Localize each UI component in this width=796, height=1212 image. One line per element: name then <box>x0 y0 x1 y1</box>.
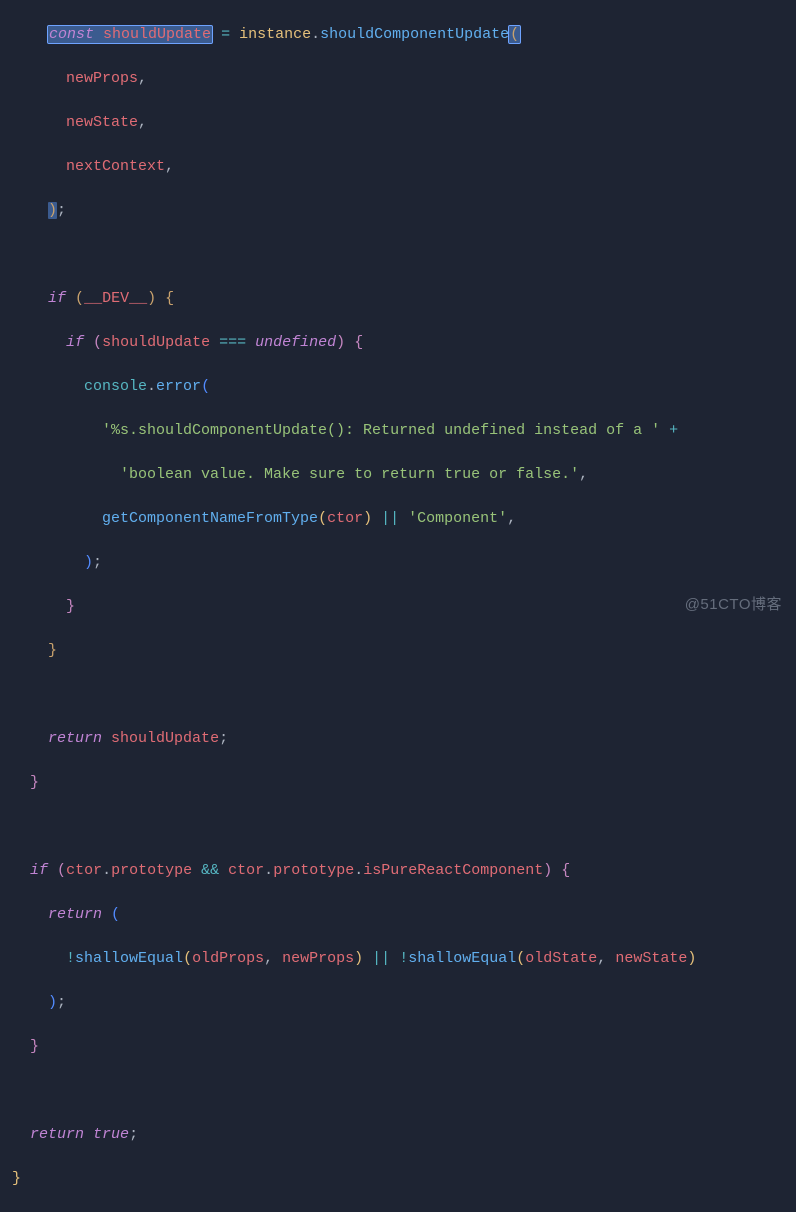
watermark-text: @51CTO博客 <box>685 594 782 616</box>
code-line: ); <box>12 552 796 574</box>
code-line: if (__DEV__) { <box>12 288 796 310</box>
code-line: !shallowEqual(oldProps, newProps) || !sh… <box>12 948 796 970</box>
code-line: console.error( <box>12 376 796 398</box>
code-line: newState, <box>12 112 796 134</box>
code-line <box>12 816 796 838</box>
code-line: return shouldUpdate; <box>12 728 796 750</box>
code-line: } <box>12 640 796 662</box>
code-line: ); <box>12 200 796 222</box>
code-line <box>12 684 796 706</box>
code-editor[interactable]: const shouldUpdate = instance.shouldComp… <box>0 0 796 1212</box>
code-line: } <box>12 596 796 618</box>
code-line: return ( <box>12 904 796 926</box>
code-line <box>12 1080 796 1102</box>
code-line: } <box>12 772 796 794</box>
code-line: '%s.shouldComponentUpdate(): Returned un… <box>12 420 796 442</box>
code-line: 'boolean value. Make sure to return true… <box>12 464 796 486</box>
code-line <box>12 244 796 266</box>
code-line: const shouldUpdate = instance.shouldComp… <box>12 24 796 46</box>
code-line: if (shouldUpdate === undefined) { <box>12 332 796 354</box>
code-line: } <box>12 1168 796 1190</box>
code-line: } <box>12 1036 796 1058</box>
code-line: newProps, <box>12 68 796 90</box>
code-line: return true; <box>12 1124 796 1146</box>
code-line: getComponentNameFromType(ctor) || 'Compo… <box>12 508 796 530</box>
code-line: nextContext, <box>12 156 796 178</box>
code-line: if (ctor.prototype && ctor.prototype.isP… <box>12 860 796 882</box>
code-line: ); <box>12 992 796 1014</box>
